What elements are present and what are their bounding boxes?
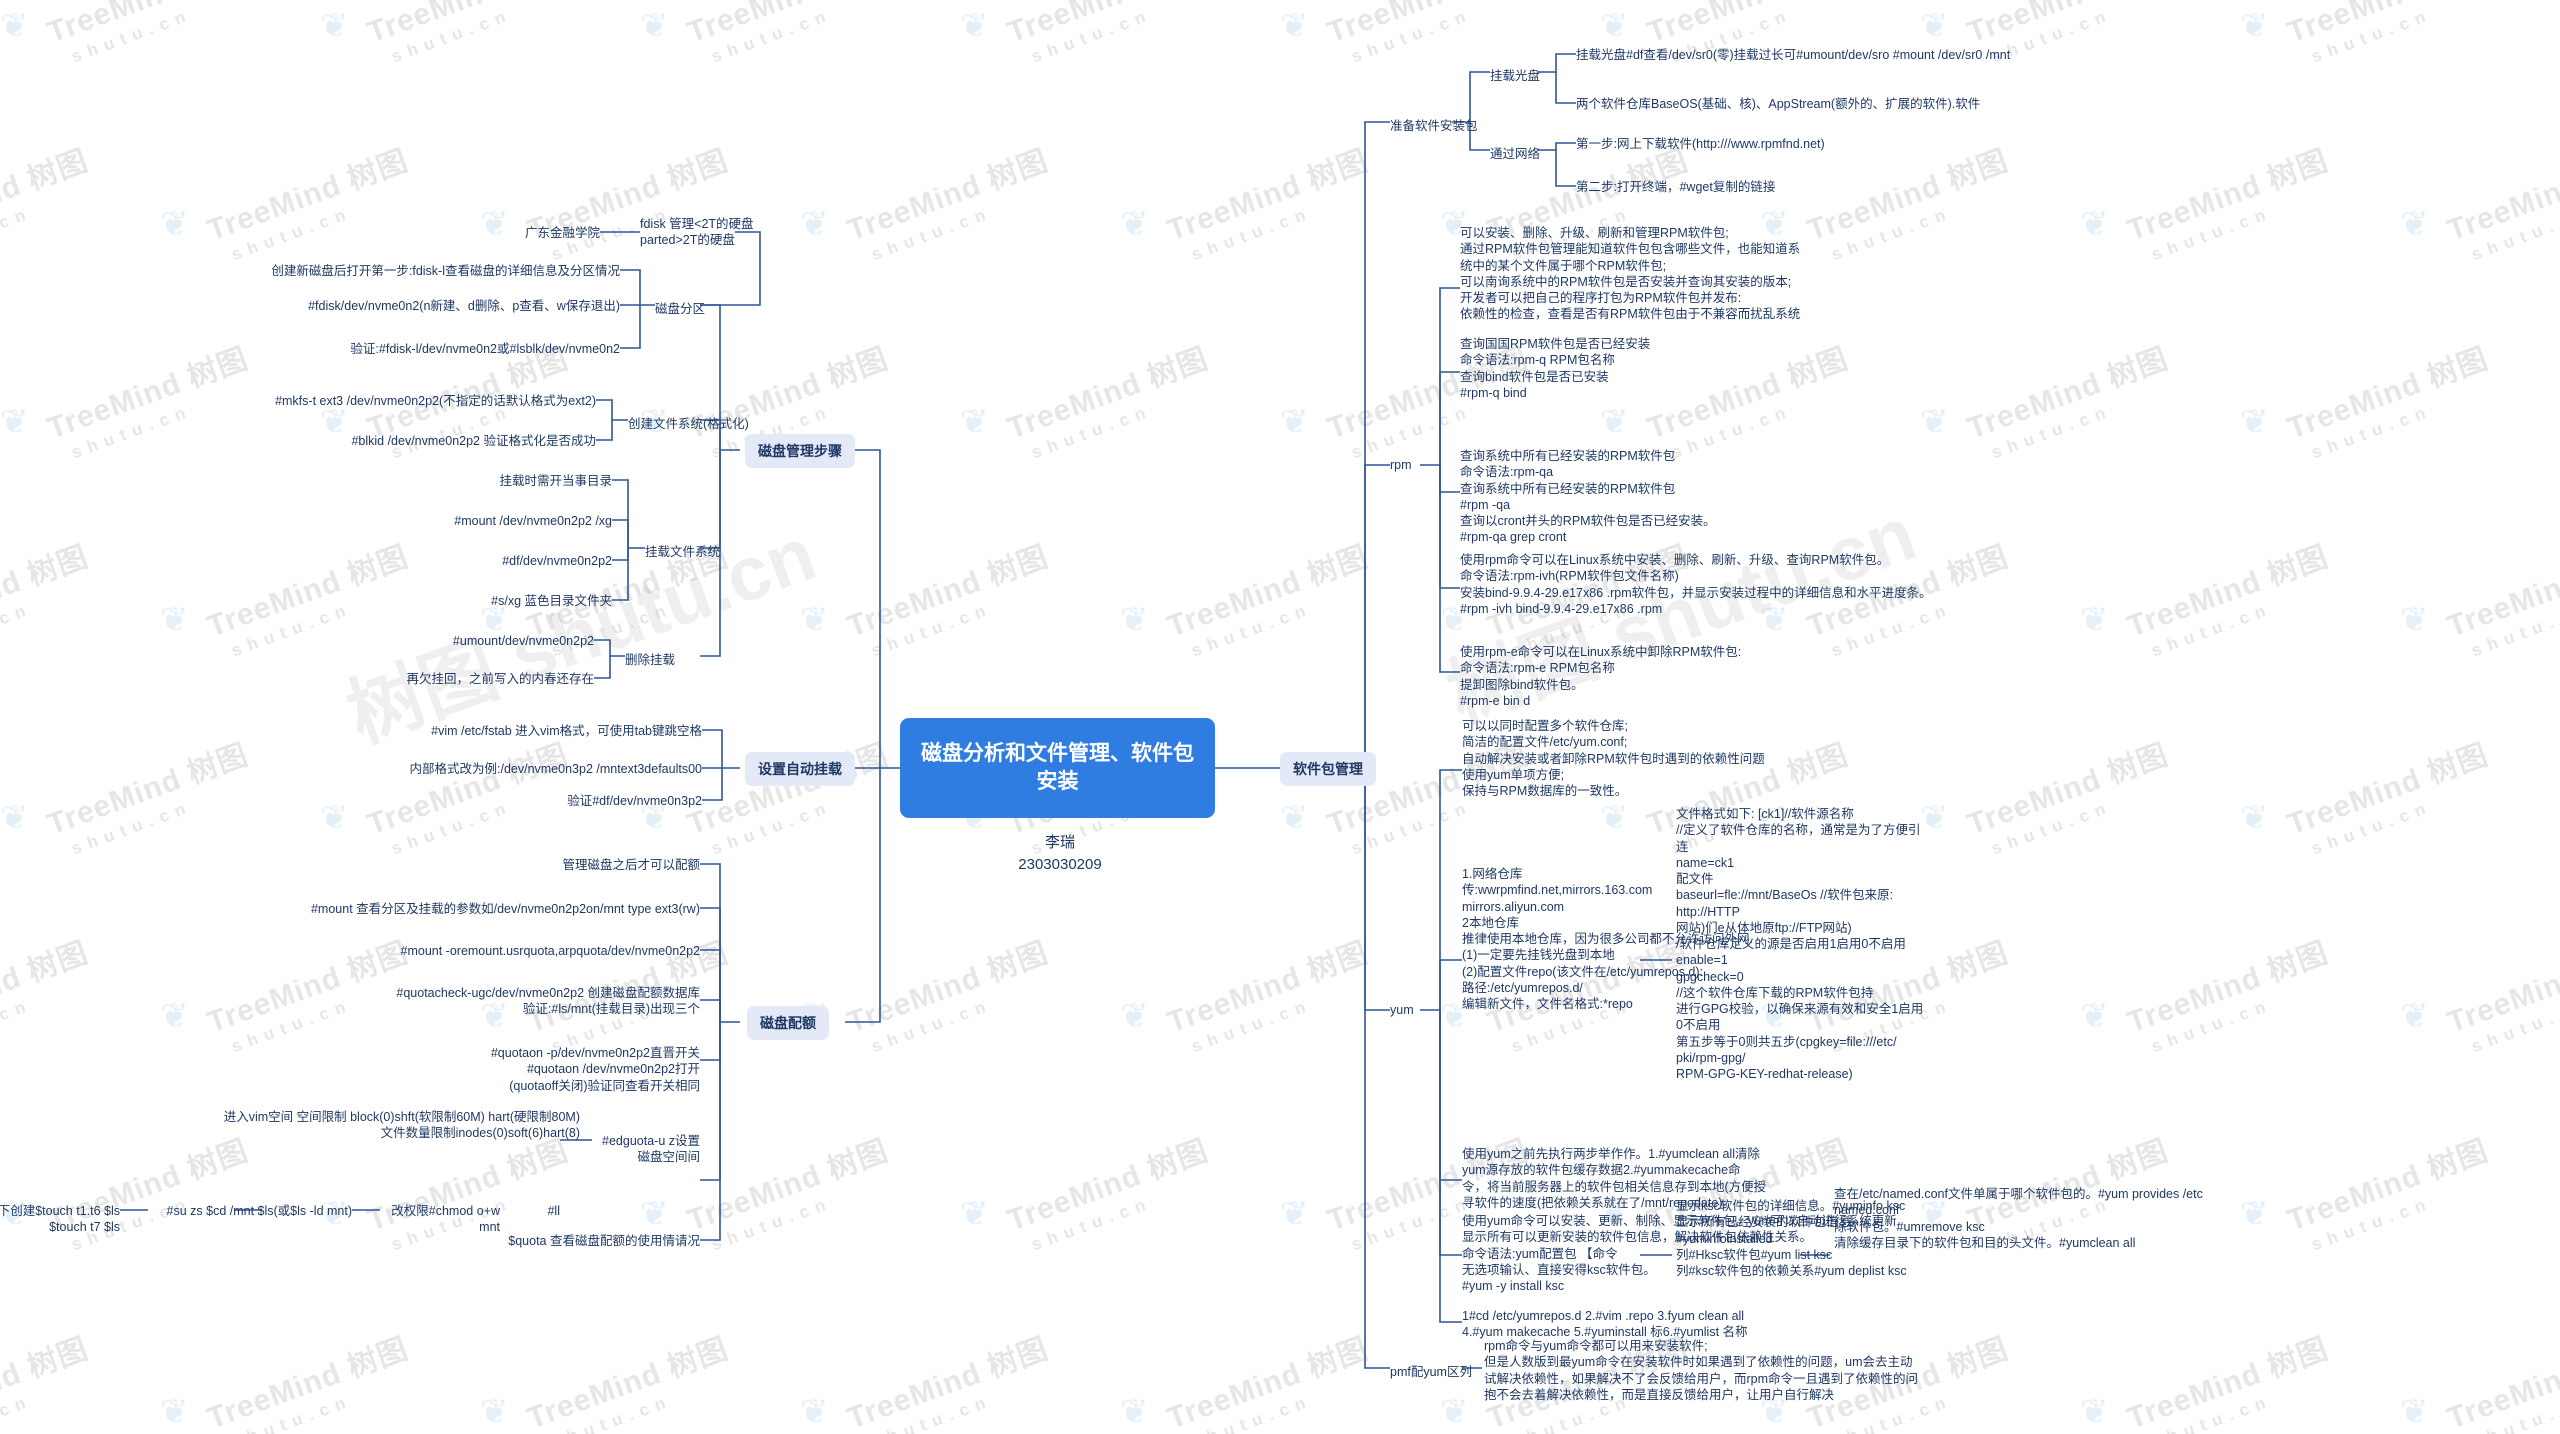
branch-label: 磁盘管理步骤 (758, 443, 842, 459)
root-title: 磁盘分析和文件管理、软件包安装 (921, 741, 1194, 793)
leaf-remount-note: 再欠挂回，之前写入的内春还存在 (406, 672, 594, 686)
group-yum[interactable]: yum (1390, 1003, 1414, 1017)
leaf-blkid: #blkid /dev/nvme0n2p2 验证格式化是否成功 (351, 434, 596, 448)
subgroup-label: 磁盘分区 (655, 302, 706, 316)
leaf-two-repos: 两个软件仓库BaseOS(基础、核)、AppStream(额外的、扩展的软件).… (1576, 97, 1981, 111)
leaf-yum-step-sequence: 1#cd /etc/yumrepos.d 2.#vim .repo 3.fyum… (1462, 1309, 1748, 1340)
branch-package-management[interactable]: 软件包管理 (1280, 752, 1376, 786)
root-node[interactable]: 磁盘分析和文件管理、软件包安装 (900, 718, 1215, 818)
note-yum-provides-cmds: 查在/etc/named.conf文件单属于哪个软件包的。#yum provid… (1834, 1187, 2203, 1250)
leaf-network-step1: 第一步:网上下载软件(http:///www.rpmfnd.net) (1576, 137, 1825, 151)
leaf-network-step2: 第二步:打开终端，#wget复制的链接 (1576, 180, 1776, 194)
leaf-quota-mount-view: #mount 查看分区及挂载的参数如/dev/nvme0n2p2on/mnt t… (310, 902, 700, 916)
leaf-fstab-verify: 验证#df/dev/nvme0n3p2 (567, 794, 702, 808)
subgroup-label: 挂载光盘 (1490, 69, 1541, 83)
subgroup-remove-mount[interactable]: 删除挂载 (625, 649, 675, 668)
group-label: rpm (1390, 458, 1412, 472)
group-rpm-yum-compare[interactable]: pmf配yum区列 (1390, 1361, 1472, 1380)
subgroup-create-filesystem[interactable]: 创建文件系统(格式化) (628, 413, 749, 432)
leaf-mount-cdrom-cmd: 挂载光盘#df查看/dev/sr0(零)挂载过长可#umount/dev/sro… (1576, 48, 2011, 62)
chain-vim-limits: 进入vim空间 空间限制 block(0)shft(软限制60M) hart(硬… (223, 1110, 580, 1141)
author-label: 李瑞 2303030209 (1018, 834, 1102, 873)
chain-su-cd: #su zs $cd /mnt $ls(或$ls -ld mnt) (166, 1204, 352, 1218)
subgroup-label: 创建文件系统(格式化) (628, 417, 749, 431)
chain-touch: 换到挂载目录下创建$touch t1.t6 $ls $touch t7 $ls (0, 1204, 120, 1235)
subgroup-disk-partition[interactable]: 磁盘分区 (655, 298, 705, 317)
note-repo-file-format: 文件格式如下: [ck1]//软件源名称 //定义了软件仓库的名称，通常是为了方… (1676, 807, 1924, 1081)
chain-quota-tail: $quota 查看磁盘配额的使用情请况 (508, 1234, 700, 1248)
branch-label: 设置自动挂载 (758, 761, 842, 777)
leaf-rpm-query-installed: 查询国国RPM软件包是否已经安装 命令语法:rpm-q RPM包名称 查询bin… (1460, 337, 1651, 400)
leaf-yum-features: 可以以同时配置多个软件仓库; 简洁的配置文件/etc/yum.conf; 自动解… (1462, 719, 1765, 798)
leaf-partition-verify: 验证:#fdisk-l/dev/nvme0n2或#lsblk/dev/nvme0… (350, 342, 620, 356)
leaf-mount-cmd: #mount /dev/nvme0n2p2 /xg (454, 514, 612, 528)
leaf-rpm-overview: 可以安装、删除、升级、刷新和管理RPM软件包; 通过RPM软件包管理能知道软件包… (1460, 226, 1801, 322)
group-label: pmf配yum区列 (1390, 1365, 1472, 1379)
subgroup-label: 删除挂载 (625, 653, 676, 667)
subgroup-via-network[interactable]: 通过网络 (1490, 143, 1540, 162)
branch-disk-management-steps[interactable]: 磁盘管理步骤 (745, 434, 855, 468)
group-label: 准备软件安装包 (1390, 119, 1478, 133)
leaf-quotacheck: #quotacheck-ugc/dev/nvme0n2p2 创建磁盘配额数据库 … (396, 986, 700, 1017)
group-label: yum (1390, 1003, 1414, 1017)
subgroup-label: 通过网络 (1490, 147, 1541, 161)
leaf-vim-fstab: #vim /etc/fstab 进入vim格式，可使用tab键跳空格 (431, 724, 702, 738)
branch-label: 软件包管理 (1293, 761, 1363, 777)
chain-chmod: 改权限#chmod o+w mnt (391, 1204, 500, 1235)
leaf-umount-cmd: #umount/dev/nvme0n2p2 (452, 634, 594, 648)
leaf-df-cmd: #df/dev/nvme0n2p2 (502, 554, 612, 568)
leaf-rpm-install: 使用rpm命令可以在Linux系统中安装、删除、刷新、升级、查询RPM软件包。 … (1460, 553, 1932, 616)
branch-auto-mount[interactable]: 设置自动挂载 (745, 752, 855, 786)
subgroup-mount-cdrom[interactable]: 挂载光盘 (1490, 65, 1540, 84)
branch-disk-quota[interactable]: 磁盘配额 (747, 1006, 829, 1040)
leaf-rpm-erase: 使用rpm-e命令可以在Linux系统中卸除RPM软件包: 命令语法:rpm-e… (1460, 645, 1742, 708)
leaf-quotaon: #quotaon -p/dev/nvme0n2p2直晋开关 #quotaon /… (490, 1046, 700, 1093)
leaf-mount-note: 挂载时需开当事目录 (499, 474, 612, 488)
leaf-mkfs: #mkfs-t ext3 /dev/nvme0n2p2(不指定的话默认格式为ex… (275, 394, 596, 408)
note-fdisk-parted: fdisk 管理<2T的硬盘 parted>2T的硬盘 (640, 217, 754, 248)
chain-edquota: #edguota-u z设置磁盘空间间 (602, 1134, 700, 1165)
leaf-partition-step1: 创建新磁盘后打开第一步:fdisk-l查看磁盘的详细信息及分区情况 (271, 264, 620, 278)
group-rpm[interactable]: rpm (1390, 458, 1412, 472)
chain-ll: #ll (547, 1204, 560, 1218)
group-prepare-packages[interactable]: 准备软件安装包 (1390, 115, 1478, 134)
leaf-fstab-format: 内部格式改为例:/dev/nvme0n3p2 /mntext3defaults0… (409, 762, 703, 776)
subgroup-mount-filesystem[interactable]: 挂载文件系统 (645, 541, 720, 560)
leaf-quota-remount: #mount -oremount.usrquota,arpquota/dev/n… (400, 944, 701, 958)
mindmap-canvas: ❦TreeMind 树图shutu.cn❦TreeMind 树图shutu.cn… (0, 0, 2560, 1434)
subgroup-label: 挂载文件系统 (645, 545, 721, 559)
note-school: 广东金融学院 (524, 226, 600, 240)
leaf-rpm-vs-yum: rpm命令与yum命令都可以用来安装软件; 但是人数版到最yum命令在安装软件时… (1484, 1339, 1919, 1402)
leaf-partition-step2: #fdisk/dev/nvme0n2(n新建、d删除、p查看、w保存退出) (308, 299, 620, 313)
leaf-rpm-qa: 查询系统中所有已经安装的RPM软件包 命令语法:rpm-qa 查询系统中所有已经… (1460, 449, 1716, 545)
leaf-blue-folder: #s/xg 蓝色目录文件夹 (491, 594, 612, 608)
branch-label: 磁盘配额 (760, 1015, 816, 1031)
leaf-quota-prereq: 管理磁盘之后才可以配额 (562, 858, 700, 872)
